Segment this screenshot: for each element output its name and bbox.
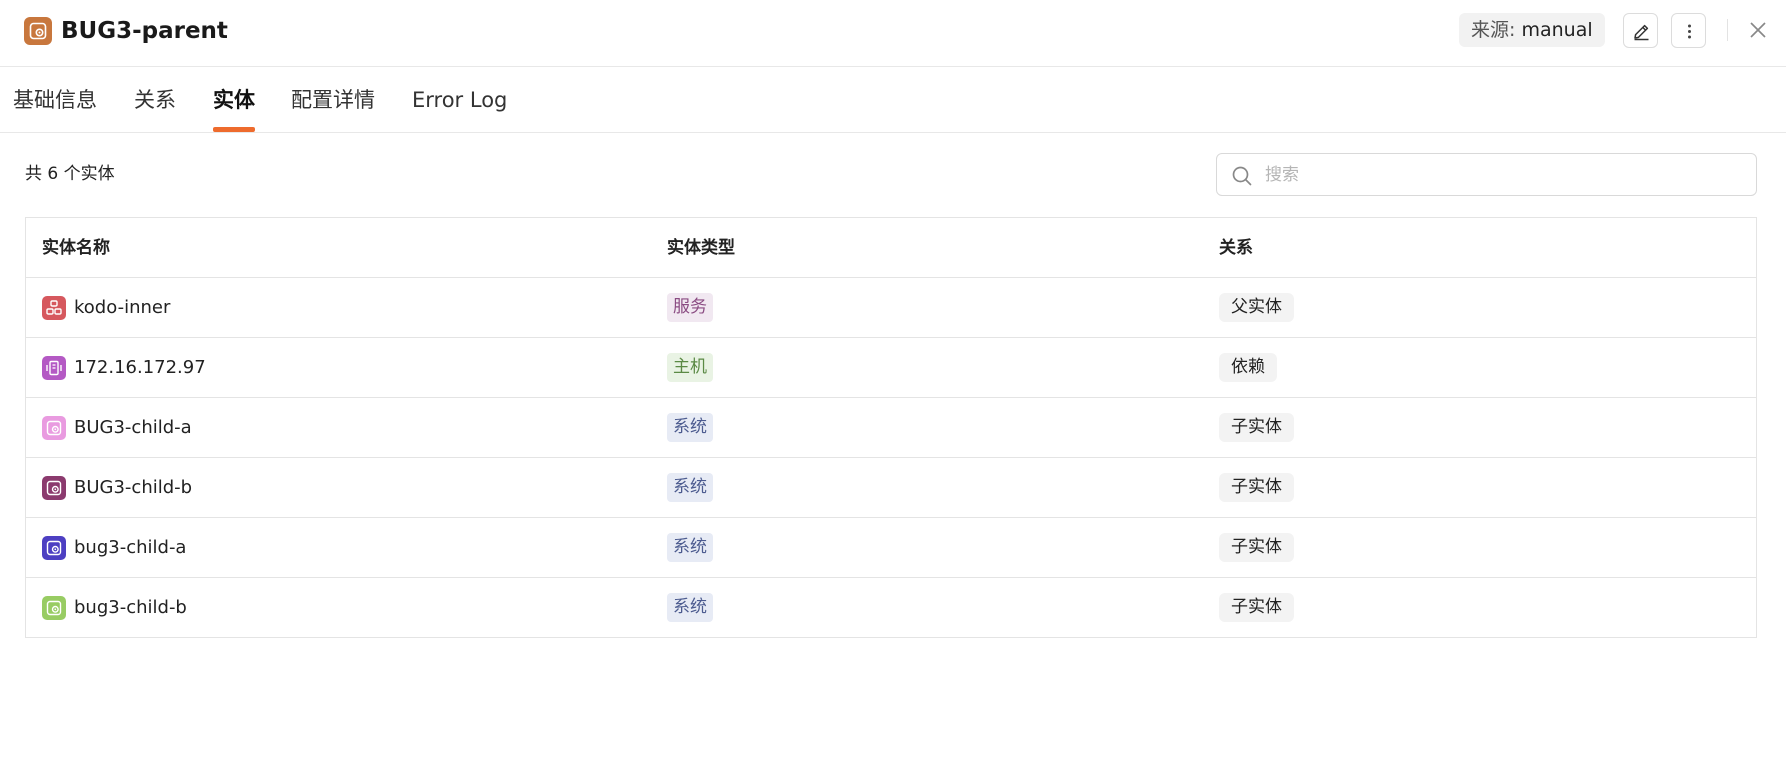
entity-name[interactable]: bug3-child-b <box>74 595 187 621</box>
entity-type-tag: 系统 <box>667 533 713 562</box>
entity-type-tag: 系统 <box>667 593 713 622</box>
column-header-entity-name: 实体名称 <box>42 238 110 258</box>
search-input[interactable] <box>1265 154 1745 195</box>
relation-tag: 子实体 <box>1219 533 1294 562</box>
system-icon <box>42 596 66 620</box>
edit-icon <box>1634 24 1649 41</box>
relation-tag: 依赖 <box>1219 353 1277 382</box>
entity-type-tag: 主机 <box>667 353 713 382</box>
entity-name[interactable]: BUG3-child-a <box>74 415 192 441</box>
table-row[interactable]: bug3-child-b 系统 子实体 <box>26 578 1756 638</box>
tab-config-details[interactable]: 配置详情 <box>291 85 375 115</box>
entity-count: 共 6 个实体 <box>25 164 115 184</box>
more-options-button[interactable] <box>1671 13 1706 48</box>
search-icon <box>1232 166 1252 186</box>
entity-type-tag: 服务 <box>667 293 713 322</box>
entity-name[interactable]: BUG3-child-b <box>74 475 192 501</box>
entity-name[interactable]: 172.16.172.97 <box>74 355 206 381</box>
table-header: 实体名称 实体类型 关系 <box>26 218 1756 278</box>
relation-tag: 子实体 <box>1219 593 1294 622</box>
close-icon <box>1750 22 1766 38</box>
relation-tag: 子实体 <box>1219 413 1294 442</box>
table-row[interactable]: BUG3-child-b 系统 子实体 <box>26 458 1756 518</box>
search-box[interactable] <box>1216 153 1757 196</box>
table-row[interactable]: BUG3-child-a 系统 子实体 <box>26 398 1756 458</box>
entity-type-tag: 系统 <box>667 473 713 502</box>
table-row[interactable]: kodo-inner 服务 父实体 <box>26 278 1756 338</box>
detail-header: BUG3-parent 来源: manual <box>0 0 1786 67</box>
header-divider <box>1727 19 1728 41</box>
relation-tag: 子实体 <box>1219 473 1294 502</box>
edit-button[interactable] <box>1623 13 1658 48</box>
table-row[interactable]: bug3-child-a 系统 子实体 <box>26 518 1756 578</box>
source-label: 来源: <box>1471 19 1516 41</box>
tab-entities[interactable]: 实体 <box>213 85 255 115</box>
source-value: manual <box>1521 19 1593 41</box>
more-vertical-icon <box>1688 24 1691 39</box>
active-tab-indicator <box>213 127 255 132</box>
host-icon <box>42 356 66 380</box>
system-icon <box>24 17 52 45</box>
entity-table: 实体名称 实体类型 关系 kodo-inner 服务 父实体 172.16.17… <box>25 217 1757 638</box>
tab-error-log[interactable]: Error Log <box>412 85 507 115</box>
relation-tag: 父实体 <box>1219 293 1294 322</box>
system-icon <box>42 416 66 440</box>
entity-type-tag: 系统 <box>667 413 713 442</box>
column-header-entity-type: 实体类型 <box>667 238 735 258</box>
column-header-relation: 关系 <box>1219 238 1253 258</box>
source-badge: 来源: manual <box>1459 13 1605 47</box>
page-title: BUG3-parent <box>61 18 228 44</box>
tab-relations[interactable]: 关系 <box>134 85 176 115</box>
system-icon <box>42 476 66 500</box>
service-icon <box>42 296 66 320</box>
table-row[interactable]: 172.16.172.97 主机 依赖 <box>26 338 1756 398</box>
tab-basic-info[interactable]: 基础信息 <box>13 85 97 115</box>
close-button[interactable] <box>1746 18 1770 42</box>
entity-name[interactable]: kodo-inner <box>74 295 170 321</box>
entity-name[interactable]: bug3-child-a <box>74 535 186 561</box>
system-icon <box>42 536 66 560</box>
tab-bar: 基础信息 关系 实体 配置详情 Error Log <box>0 67 1786 133</box>
